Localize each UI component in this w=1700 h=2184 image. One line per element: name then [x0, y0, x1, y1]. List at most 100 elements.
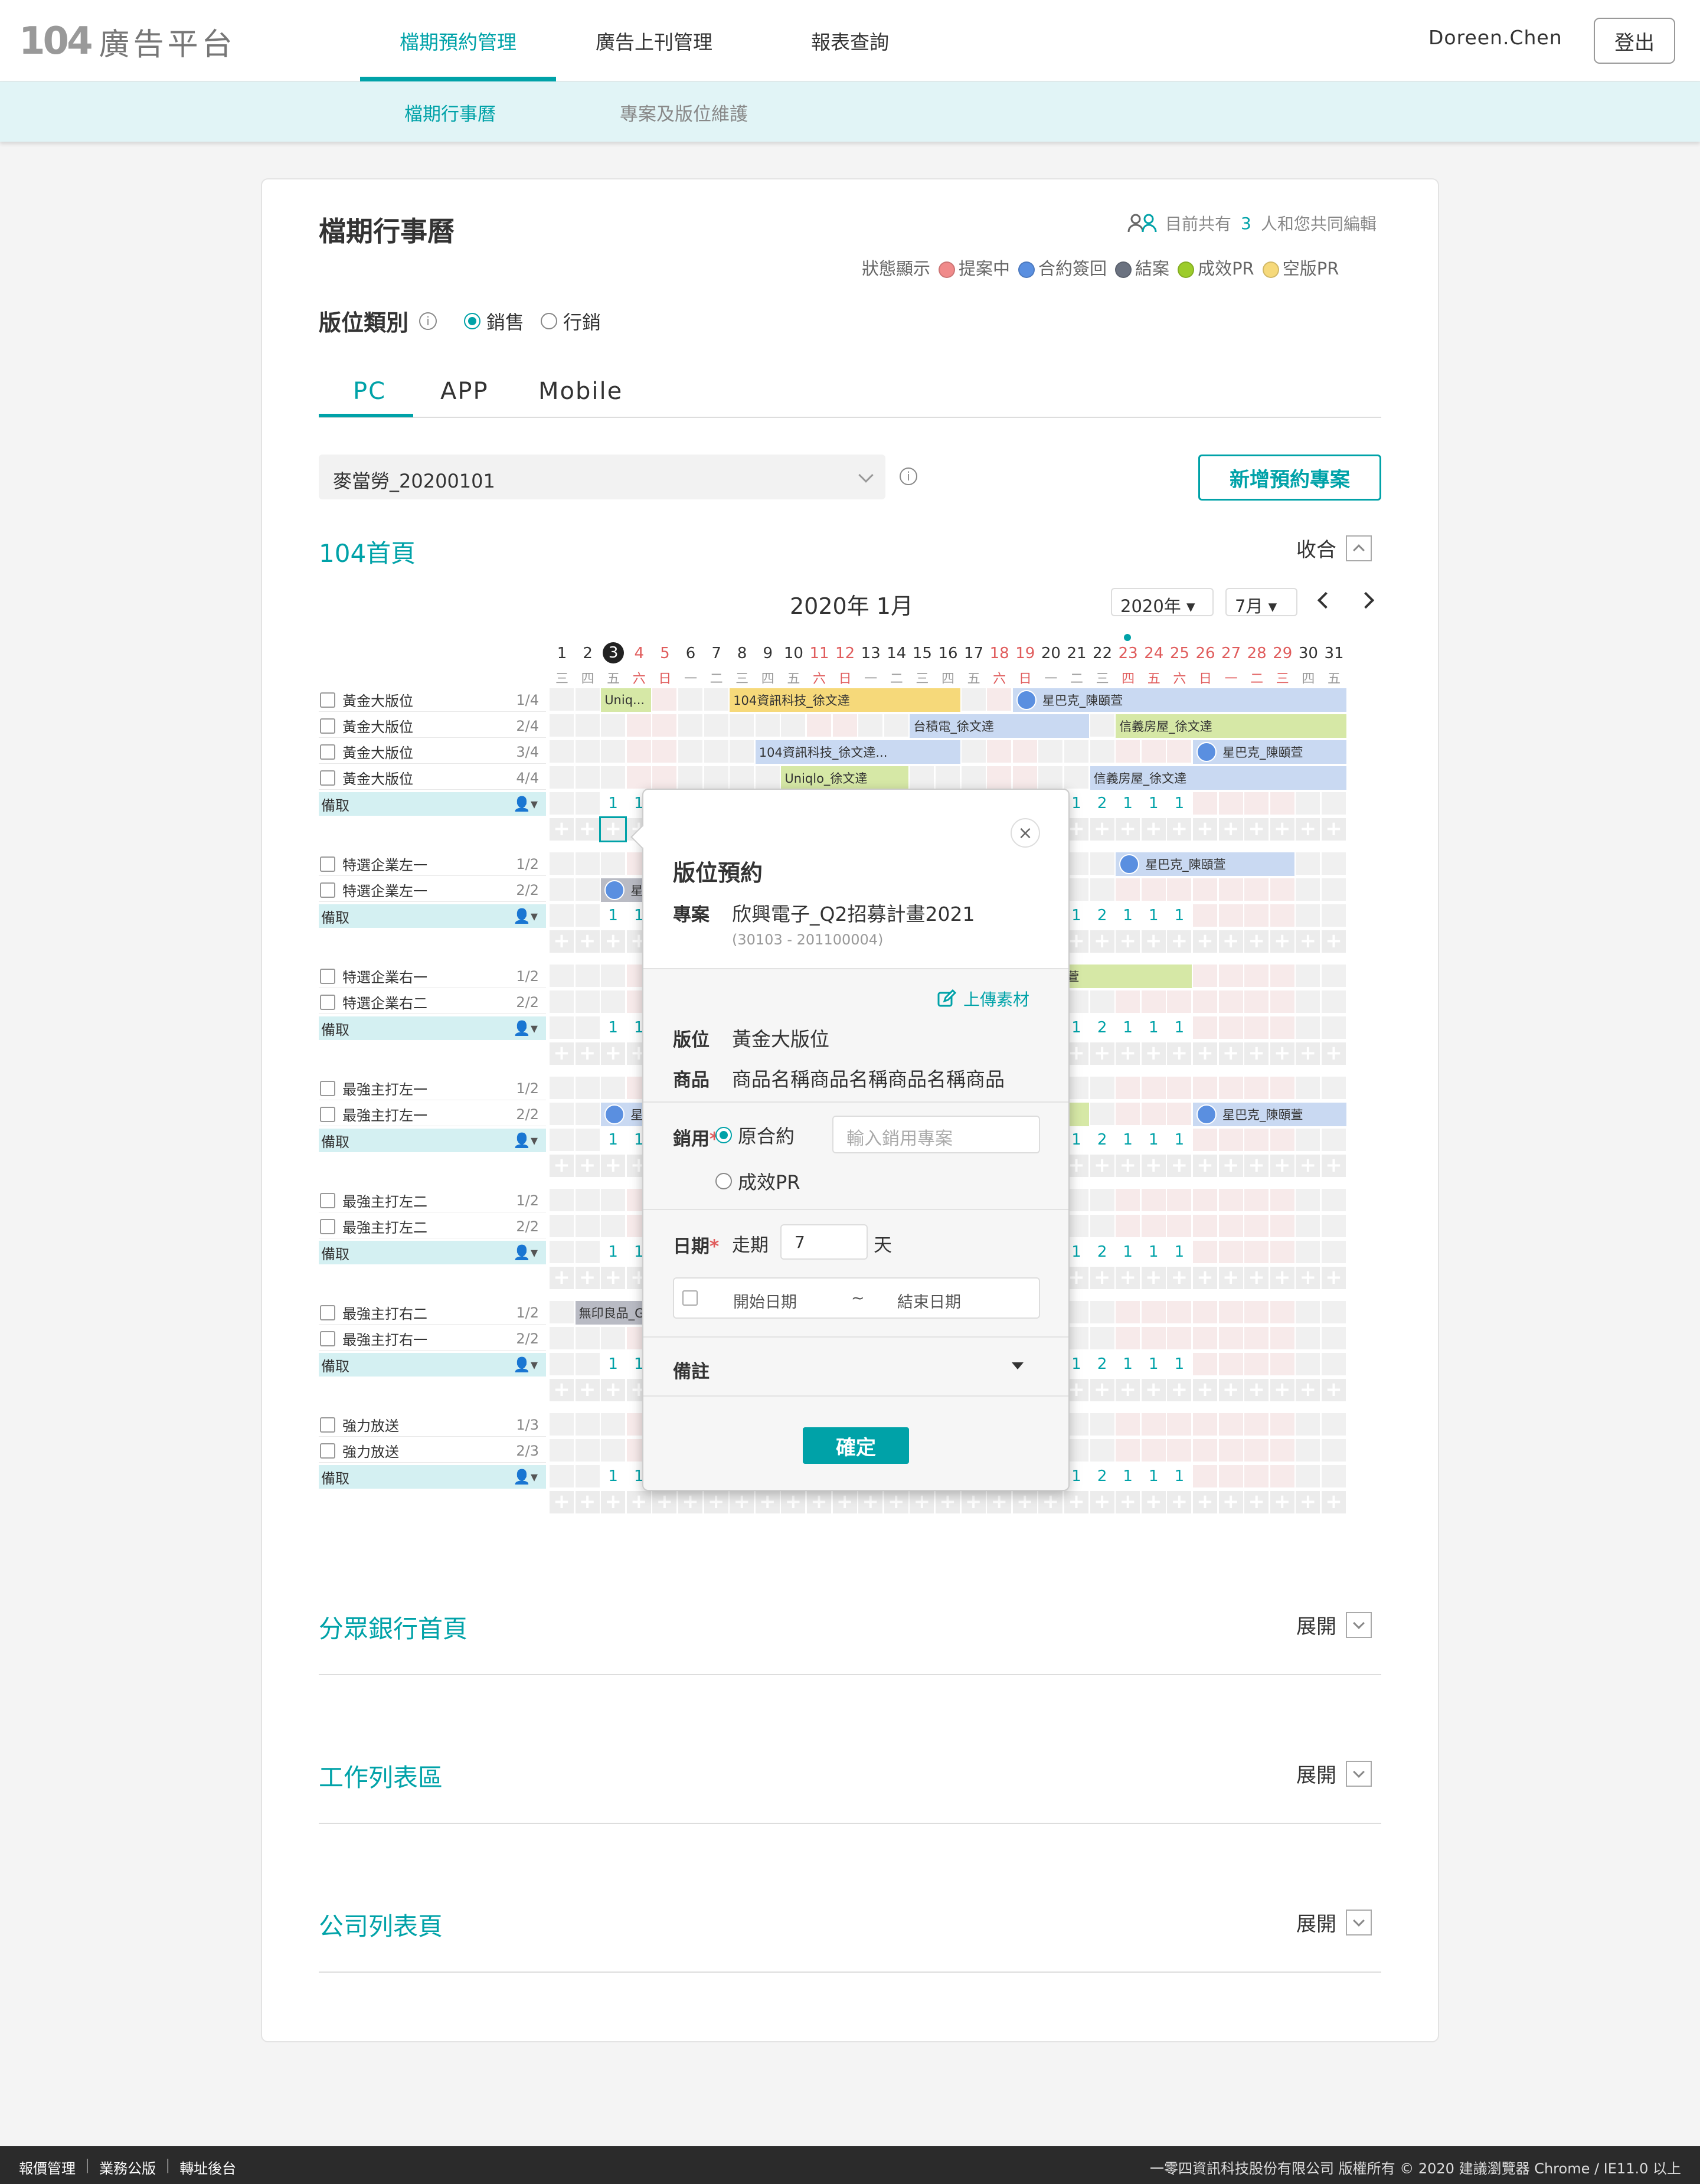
spare-cell[interactable]: 1 [1141, 1465, 1166, 1487]
calendar-cell[interactable] [1116, 990, 1140, 1013]
add-booking-icon[interactable]: + [1141, 1267, 1166, 1289]
calendar-cell[interactable] [1090, 714, 1114, 737]
add-booking-icon[interactable]: + [1090, 1155, 1114, 1177]
calendar-cell[interactable] [1090, 740, 1114, 763]
calendar-cell[interactable] [652, 714, 677, 737]
subnav-project-maintenance[interactable]: 專案及版位維護 [620, 99, 748, 126]
calendar-cell[interactable] [1090, 1413, 1114, 1436]
calendar-cell[interactable] [1090, 852, 1114, 875]
calendar-cell[interactable] [678, 688, 702, 711]
add-booking-icon[interactable]: + [1296, 1491, 1320, 1513]
spare-cell[interactable]: 1 [1141, 1016, 1166, 1039]
booking-bar[interactable]: 104資訊科技_徐文達... [755, 740, 960, 764]
spare-cell[interactable] [1296, 1353, 1320, 1375]
spare-cell[interactable]: 2 [1090, 1241, 1114, 1263]
spare-cell[interactable]: 1 [1116, 792, 1140, 815]
add-booking-icon[interactable]: + [626, 1491, 651, 1513]
calendar-cell[interactable] [1116, 1077, 1140, 1099]
add-booking-icon[interactable]: + [1116, 1155, 1140, 1177]
calendar-cell[interactable] [601, 766, 626, 789]
calendar-cell[interactable] [1244, 1189, 1269, 1211]
spare-cell[interactable] [1193, 792, 1217, 815]
calendar-cell[interactable] [1244, 878, 1269, 901]
notes-toggle[interactable]: 備註 [673, 1356, 710, 1383]
add-booking-icon[interactable]: + [1322, 930, 1346, 953]
spare-cell[interactable]: 2 [1090, 1016, 1114, 1039]
calendar-cell[interactable] [1270, 878, 1294, 901]
calendar-cell[interactable] [1167, 1077, 1192, 1099]
add-booking-icon[interactable]: + [1116, 1267, 1140, 1289]
add-booking-icon[interactable]: + [1141, 1379, 1166, 1401]
section-collapse-button[interactable]: 收合 [1296, 534, 1372, 563]
calendar-cell[interactable] [575, 714, 600, 737]
spare-cell[interactable] [1193, 1353, 1217, 1375]
add-booking-icon[interactable]: + [1322, 1491, 1346, 1513]
calendar-cell[interactable] [1218, 1327, 1243, 1349]
add-booking-icon[interactable]: + [1296, 1379, 1320, 1401]
calendar-cell[interactable] [755, 714, 780, 737]
spare-cell[interactable] [1218, 904, 1243, 927]
calendar-cell[interactable] [601, 1077, 626, 1099]
calendar-cell[interactable] [1193, 1439, 1217, 1462]
spare-cell[interactable] [550, 792, 574, 815]
calendar-cell[interactable] [1322, 1077, 1346, 1099]
add-booking-icon[interactable]: + [601, 1379, 626, 1401]
date-range-input[interactable]: 開始日期 ~ 結束日期 [673, 1277, 1040, 1319]
spare-cell[interactable]: 1 [1167, 1129, 1192, 1151]
calendar-cell[interactable] [1116, 740, 1140, 763]
calendar-cell[interactable] [1296, 1413, 1320, 1436]
calendar-cell[interactable] [1193, 990, 1217, 1013]
add-booking-icon[interactable]: + [1167, 1379, 1192, 1401]
spare-cell[interactable]: 2 [1090, 1129, 1114, 1151]
calendar-cell[interactable] [858, 714, 883, 737]
spare-cell[interactable] [1270, 1465, 1294, 1487]
add-booking-icon[interactable]: + [1090, 1267, 1114, 1289]
calendar-cell[interactable] [1167, 1413, 1192, 1436]
spare-cell[interactable] [1270, 1353, 1294, 1375]
calendar-cell[interactable] [1141, 1103, 1166, 1125]
spare-cell[interactable] [1322, 1016, 1346, 1039]
calendar-cell[interactable] [550, 852, 574, 875]
calendar-cell[interactable] [1167, 990, 1192, 1013]
calendar-cell[interactable] [1322, 1327, 1346, 1349]
add-booking-icon[interactable]: + [730, 1491, 754, 1513]
usage-project-input[interactable]: 輸入銷用專案 [832, 1116, 1040, 1153]
tab-mobile[interactable]: Mobile [538, 378, 623, 405]
add-booking-icon[interactable]: + [1090, 1491, 1114, 1513]
calendar-cell[interactable] [1244, 1439, 1269, 1462]
spare-cell[interactable] [1296, 1465, 1320, 1487]
calendar-cell[interactable] [1193, 878, 1217, 901]
project-select[interactable]: 麥當勞_20200101 [319, 455, 885, 499]
calendar-cell[interactable] [550, 766, 574, 789]
calendar-cell[interactable] [1322, 878, 1346, 901]
add-booking-icon[interactable]: + [678, 1491, 702, 1513]
spare-cell[interactable] [1218, 1016, 1243, 1039]
footer-link[interactable]: 業務公版 [99, 2157, 156, 2178]
add-booking-icon[interactable]: + [1193, 930, 1217, 953]
calendar-cell[interactable] [961, 766, 986, 789]
add-booking-icon[interactable]: + [1193, 1042, 1217, 1065]
add-booking-icon[interactable]: + [1116, 930, 1140, 953]
calendar-cell[interactable] [575, 852, 600, 875]
calendar-cell[interactable] [626, 740, 651, 763]
add-booking-icon[interactable]: + [601, 930, 626, 953]
calendar-cell[interactable] [1218, 990, 1243, 1013]
calendar-cell[interactable] [1141, 878, 1166, 901]
calendar-cell[interactable] [1218, 1439, 1243, 1462]
calendar-cell[interactable] [1322, 990, 1346, 1013]
calendar-cell[interactable] [730, 740, 754, 763]
calendar-cell[interactable] [961, 740, 986, 763]
calendar-cell[interactable] [601, 1215, 626, 1237]
spare-cell[interactable]: 1 [1167, 1353, 1192, 1375]
add-booking-icon[interactable]: + [1296, 1155, 1320, 1177]
calendar-cell[interactable] [1322, 1189, 1346, 1211]
calendar-cell[interactable] [1141, 740, 1166, 763]
spare-cell[interactable]: 1 [1116, 1129, 1140, 1151]
add-booking-icon[interactable]: + [1141, 930, 1166, 953]
tab-app[interactable]: APP [440, 378, 489, 405]
calendar-cell[interactable] [550, 990, 574, 1013]
spare-users-icon[interactable]: 👤▾ [513, 1244, 538, 1261]
calendar-cell[interactable] [1270, 1327, 1294, 1349]
booking-bar[interactable]: 台積電_徐文達 [910, 714, 1089, 738]
spare-cell[interactable]: 1 [1116, 1016, 1140, 1039]
